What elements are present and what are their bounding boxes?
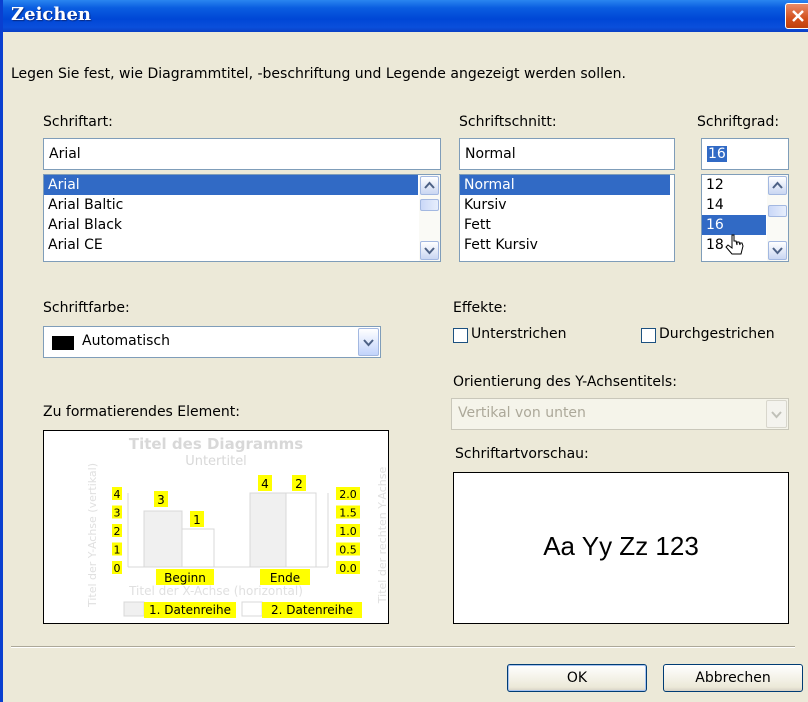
style-list-item[interactable]: Kursiv xyxy=(460,195,674,215)
y2-axis-title: Titel der rechten Y-Achse xyxy=(376,467,388,605)
font-list[interactable]: Arial Arial Baltic Arial Black Arial CE xyxy=(43,174,441,262)
scroll-up-button[interactable] xyxy=(420,176,439,195)
orientation-dropdown-button[interactable] xyxy=(766,400,787,428)
orientation-label: Orientierung des Y-Achsentitels: xyxy=(453,374,677,390)
size-input-value: 16 xyxy=(707,146,727,162)
bar-label: 1 xyxy=(193,513,201,527)
underline-label[interactable]: Unterstrichen xyxy=(471,326,566,342)
font-list-item[interactable]: Arial Black xyxy=(44,215,418,235)
size-list-item[interactable]: 16 xyxy=(702,215,766,235)
chart-title: Titel des Diagramms xyxy=(129,435,303,453)
dialog-description: Legen Sie fest, wie Diagrammtitel, -besc… xyxy=(11,66,626,82)
effects-label: Effekte: xyxy=(453,300,508,316)
size-list-item[interactable]: 12 xyxy=(702,175,766,195)
chevron-up-icon xyxy=(772,181,783,189)
element-preview[interactable]: Titel des Diagramms Untertitel Titel der… xyxy=(43,430,389,624)
color-label: Schriftfarbe: xyxy=(43,300,130,316)
chevron-up-icon xyxy=(424,181,435,189)
chart-subtitle: Untertitel xyxy=(185,454,247,469)
style-list-item[interactable]: Normal xyxy=(460,175,670,195)
category-label: Beginn xyxy=(164,571,206,585)
bar-ende-series-1 xyxy=(249,492,287,568)
bar-label: 3 xyxy=(157,493,165,507)
underline-checkbox[interactable] xyxy=(453,328,468,343)
y2-tick-label: 1.0 xyxy=(339,525,357,538)
y-tick-label: 4 xyxy=(114,488,121,501)
title-bar[interactable]: Zeichen xyxy=(3,0,808,32)
y-axis-title: Titel der Y-Achse (vertikal) xyxy=(86,463,99,608)
color-dropdown-button[interactable] xyxy=(358,328,379,356)
orientation-select-value: Vertikal von unten xyxy=(458,405,586,421)
size-list-item[interactable]: 14 xyxy=(702,195,766,215)
y-tick-label: 2 xyxy=(114,525,121,538)
scroll-thumb[interactable] xyxy=(768,205,787,217)
y-tick-label: 1 xyxy=(114,544,121,557)
legend-swatch-series-2 xyxy=(241,601,263,617)
style-list-item[interactable]: Fett xyxy=(460,215,674,235)
chevron-down-icon xyxy=(772,247,783,255)
scroll-down-button[interactable] xyxy=(420,241,439,260)
scroll-up-button[interactable] xyxy=(768,176,787,195)
size-list-scrollbar[interactable] xyxy=(767,175,788,261)
y2-tick-label: 2.0 xyxy=(339,488,357,501)
bar-label: 2 xyxy=(295,477,303,491)
category-label: Ende xyxy=(270,571,300,585)
style-label: Schriftschnitt: xyxy=(459,114,557,130)
legend-label: 1. Datenreihe xyxy=(149,603,231,617)
element-label: Zu formatierendes Element: xyxy=(43,404,240,420)
font-list-item[interactable]: Arial CE xyxy=(44,235,418,255)
y-tick-label: 0 xyxy=(114,562,121,575)
y2-tick-label: 0.0 xyxy=(339,562,357,575)
strikethrough-label[interactable]: Durchgestrichen xyxy=(659,326,775,342)
legend-label: 2. Datenreihe xyxy=(271,603,353,617)
y2-tick-label: 0.5 xyxy=(339,544,357,557)
ok-button[interactable]: OK xyxy=(507,664,647,692)
orientation-select[interactable]: Vertikal von unten xyxy=(451,398,789,430)
color-select-value: Automatisch xyxy=(82,333,170,349)
size-list[interactable]: 12 14 16 18 xyxy=(701,174,789,262)
font-list-item[interactable]: Arial Baltic xyxy=(44,195,418,215)
y2-tick-label: 1.5 xyxy=(339,507,357,520)
chevron-down-icon xyxy=(424,247,435,255)
bar-ende-series-2 xyxy=(285,492,317,568)
font-preview-text: Aa Yy Zz 123 xyxy=(543,531,699,561)
font-label: Schriftart: xyxy=(43,114,113,130)
x-axis-title: Titel der X-Achse (horizontal) xyxy=(128,584,303,598)
font-list-scrollbar[interactable] xyxy=(419,175,440,261)
style-list-item[interactable]: Fett Kursiv xyxy=(460,235,674,255)
chevron-down-icon xyxy=(771,411,782,419)
bar-beginn-series-1 xyxy=(143,510,183,568)
size-input[interactable]: 16 xyxy=(701,138,789,170)
color-select[interactable]: Automatisch xyxy=(43,326,381,358)
close-icon xyxy=(792,10,804,22)
close-button[interactable] xyxy=(785,3,808,29)
scroll-down-button[interactable] xyxy=(768,241,787,260)
dialog-title: Zeichen xyxy=(11,4,92,25)
scroll-thumb[interactable] xyxy=(420,199,439,211)
font-dialog: Zeichen Legen Sie fest, wie Diagrammtite… xyxy=(0,0,808,702)
style-input[interactable]: Normal xyxy=(459,138,675,170)
strikethrough-checkbox[interactable] xyxy=(641,328,656,343)
cancel-button[interactable]: Abbrechen xyxy=(663,664,803,692)
bar-beginn-series-2 xyxy=(181,528,215,568)
y-tick-label: 3 xyxy=(114,507,121,520)
font-preview-box: Aa Yy Zz 123 xyxy=(453,472,789,624)
mouse-cursor-icon xyxy=(725,234,744,255)
color-swatch xyxy=(52,336,74,350)
font-list-item[interactable]: Arial xyxy=(44,175,418,195)
style-list[interactable]: Normal Kursiv Fett Fett Kursiv xyxy=(459,174,675,262)
chart-preview: Titel des Diagramms Untertitel Titel der… xyxy=(86,435,388,618)
size-label: Schriftgrad: xyxy=(697,114,780,130)
chevron-down-icon xyxy=(363,339,374,347)
preview-label: Schriftartvorschau: xyxy=(455,446,589,462)
bar-label: 4 xyxy=(261,477,269,491)
legend-swatch-series-1 xyxy=(123,601,145,617)
font-input[interactable]: Arial xyxy=(43,138,441,170)
separator xyxy=(11,646,795,648)
